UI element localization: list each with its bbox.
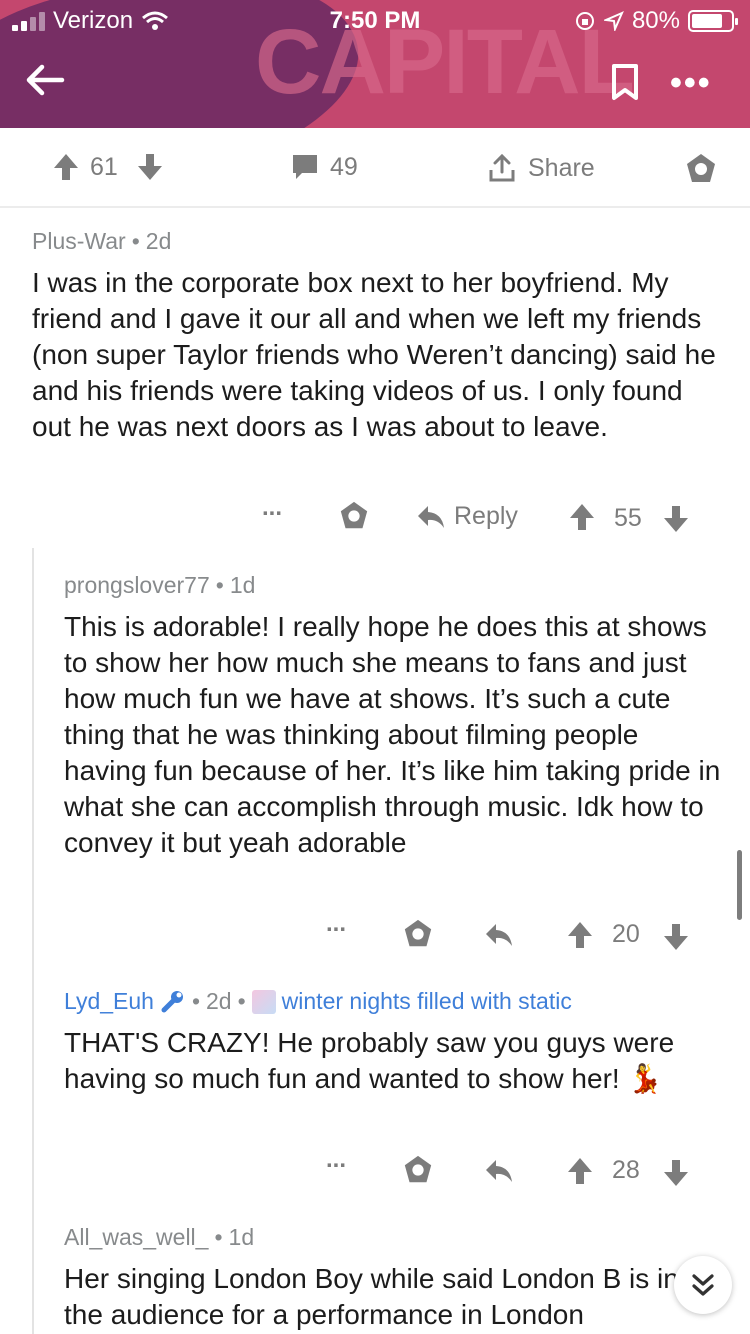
battery-percent: 80% xyxy=(631,7,680,34)
award-icon xyxy=(687,154,715,182)
comment-meta: Lyd_Euh • 2d • winter nights filled with… xyxy=(64,988,724,1015)
comment-score: 55 xyxy=(614,504,642,532)
meta-separator: • xyxy=(215,572,224,598)
dancer-emoji: 💃 xyxy=(627,1063,663,1094)
reply-icon[interactable] xyxy=(484,922,514,948)
comment: Lyd_Euh • 2d • winter nights filled with… xyxy=(64,988,724,1097)
reply-icon xyxy=(418,505,444,528)
status-bar: Verizon 7:50 PM 80% xyxy=(0,0,750,40)
post-action-bar: 61 49 Share xyxy=(0,128,750,208)
reply-label: Reply xyxy=(454,502,518,530)
meta-separator: • xyxy=(131,228,140,254)
award-icon[interactable] xyxy=(402,918,434,950)
comment: prongslover77 • 1d This is adorable! I r… xyxy=(64,572,724,861)
next-comment-button[interactable] xyxy=(674,1256,732,1314)
award-icon[interactable] xyxy=(338,500,370,532)
post-comments-button[interactable]: 49 xyxy=(290,152,358,182)
comment-meta: All_was_well_ • 1d xyxy=(64,1224,724,1251)
comment-body: Her singing London Boy while said London… xyxy=(64,1263,679,1330)
comment-actions: ... Reply 55 xyxy=(262,494,702,536)
comment-more-icon[interactable]: ... xyxy=(262,494,282,522)
comment-body: This is adorable! I really hope he does … xyxy=(64,611,721,858)
battery-icon xyxy=(688,10,738,32)
reply-button[interactable]: Reply xyxy=(416,502,518,531)
app-header: CAPITAL Verizon 7:50 PM 80% ••• xyxy=(0,0,750,128)
double-chevron-down-icon xyxy=(692,1274,714,1296)
post-share-button[interactable]: Share xyxy=(486,152,595,184)
more-options-icon[interactable]: ••• xyxy=(670,64,712,103)
scrollbar-thumb[interactable] xyxy=(737,850,742,920)
comment-body: I was in the corporate box next to her b… xyxy=(32,267,716,442)
comment-meta: prongslover77 • 1d xyxy=(64,572,724,599)
comment-age: 1d xyxy=(229,572,256,598)
comment-age: 1d xyxy=(228,1224,255,1250)
post-upvote-count: 61 xyxy=(90,152,118,181)
upvote-icon[interactable] xyxy=(566,1156,594,1186)
comment-text: THAT'S CRAZY! He probably saw you guys w… xyxy=(64,1027,675,1094)
comment-age: 2d xyxy=(206,988,232,1014)
upvote-icon[interactable] xyxy=(568,502,596,532)
user-flair: winter nights filled with static xyxy=(281,988,572,1014)
meta-separator: • xyxy=(214,1224,223,1250)
location-icon xyxy=(603,11,624,31)
reply-icon[interactable] xyxy=(484,1158,514,1184)
comment: Plus-War • 2d I was in the corporate box… xyxy=(32,228,722,445)
post-comment-count: 49 xyxy=(330,152,358,181)
moderator-wrench-icon xyxy=(161,990,183,1012)
comment-username[interactable]: Lyd_Euh xyxy=(64,988,154,1015)
share-label: Share xyxy=(528,153,595,182)
comment-age: 2d xyxy=(145,228,172,254)
comment-body: THAT'S CRAZY! He probably saw you guys w… xyxy=(64,1025,724,1097)
downvote-icon[interactable] xyxy=(662,1158,690,1188)
comment-bubble-icon xyxy=(293,155,317,179)
comment-score: 28 xyxy=(612,1156,640,1184)
comment-username[interactable]: Plus-War xyxy=(32,228,126,255)
post-divider xyxy=(0,206,750,208)
downvote-icon[interactable] xyxy=(662,504,690,534)
meta-separator: • xyxy=(191,988,201,1014)
back-arrow-icon[interactable] xyxy=(22,58,66,102)
flair-image-icon xyxy=(251,989,276,1014)
thread-line xyxy=(32,548,34,1334)
comment-actions: ... 28 xyxy=(326,1146,706,1188)
award-icon[interactable] xyxy=(402,1154,434,1186)
downvote-icon[interactable] xyxy=(662,922,690,952)
bookmark-icon[interactable] xyxy=(606,62,644,102)
comment-more-icon[interactable]: ... xyxy=(326,1146,346,1174)
comment-more-icon[interactable]: ... xyxy=(326,910,346,938)
post-vote-group: 61 xyxy=(52,152,164,182)
upvote-icon[interactable] xyxy=(566,920,594,950)
meta-separator: • xyxy=(237,988,246,1014)
comment-score: 20 xyxy=(612,920,640,948)
post-award-button[interactable] xyxy=(684,152,718,186)
comment-meta: Plus-War • 2d xyxy=(32,228,722,255)
comment: All_was_well_ • 1d Her singing London Bo… xyxy=(64,1224,724,1333)
comment-username[interactable]: prongslover77 xyxy=(64,572,210,599)
comment-actions: ... 20 xyxy=(326,910,706,952)
upvote-icon[interactable] xyxy=(52,152,80,182)
comment-username[interactable]: All_was_well_ xyxy=(64,1224,208,1251)
share-icon xyxy=(489,153,515,182)
rotation-lock-icon xyxy=(575,12,594,30)
downvote-icon[interactable] xyxy=(136,152,164,182)
